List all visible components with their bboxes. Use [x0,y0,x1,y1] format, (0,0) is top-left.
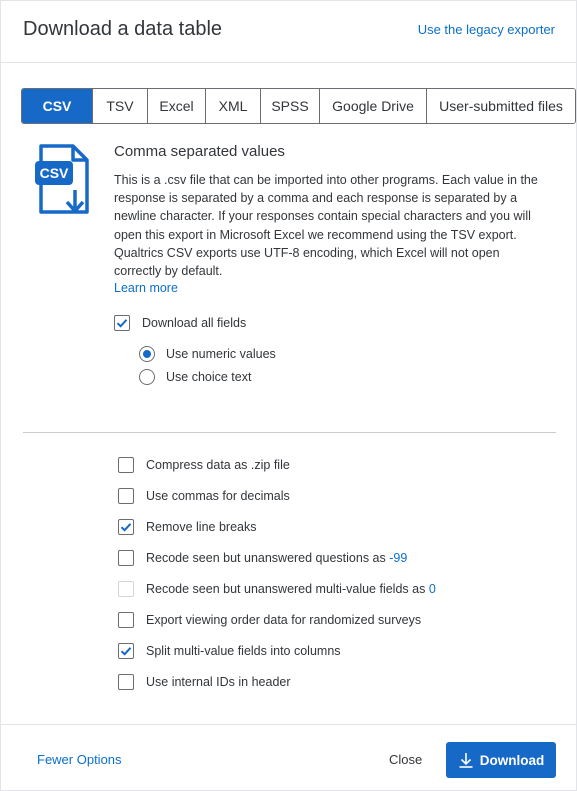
recode-questions-text: Recode seen but unanswered questions as [146,551,390,565]
csv-file-download-icon: CSV [35,144,93,216]
internal-ids-header-label: Use internal IDs in header [146,675,291,689]
tab-google-drive[interactable]: Google Drive [320,89,427,123]
remove-line-breaks-checkbox[interactable] [118,519,134,535]
export-viewing-order-label: Export viewing order data for randomized… [146,613,422,627]
recode-questions-value-link[interactable]: -99 [389,551,407,565]
recode-unanswered-questions-label: Recode seen but unanswered questions as … [146,551,407,565]
recode-multi-value-text: Recode seen but unanswered multi-value f… [146,582,429,596]
use-numeric-values-radio[interactable] [139,346,155,362]
export-viewing-order-checkbox[interactable] [118,612,134,628]
tab-user-submitted-files[interactable]: User-submitted files [427,89,575,123]
format-tabs: CSV TSV Excel XML SPSS Google Drive User… [21,88,576,124]
section-divider [23,432,556,433]
compress-zip-label: Compress data as .zip file [146,458,290,472]
recode-multi-value-label: Recode seen but unanswered multi-value f… [146,582,436,596]
tab-xml[interactable]: XML [206,89,261,123]
commas-for-decimals-checkbox[interactable] [118,488,134,504]
split-multi-value-checkbox[interactable] [118,643,134,659]
format-description: This is a .csv file that can be imported… [114,173,538,279]
dialog-title: Download a data table [23,18,223,40]
use-choice-text-radio[interactable] [139,369,155,385]
checkmark-icon [116,319,128,328]
download-icon [459,753,473,768]
tab-excel[interactable]: Excel [148,89,206,123]
checkmark-icon [120,647,132,656]
split-multi-value-label: Split multi-value fields into columns [146,644,341,658]
download-all-fields-checkbox[interactable] [114,315,130,331]
checkmark-icon [120,523,132,532]
commas-for-decimals-label: Use commas for decimals [146,489,290,503]
internal-ids-header-checkbox[interactable] [118,674,134,690]
download-button-label: Download [479,752,545,768]
svg-text:CSV: CSV [40,165,69,181]
legacy-exporter-link[interactable]: Use the legacy exporter [418,22,555,37]
use-choice-text-label: Use choice text [166,370,252,384]
recode-multi-value-checkbox[interactable] [118,581,134,597]
recode-multi-value-link[interactable]: 0 [429,582,436,596]
download-all-fields-label: Download all fields [142,316,247,330]
download-button[interactable]: Download [446,742,556,778]
footer-divider [1,724,576,725]
remove-line-breaks-label: Remove line breaks [146,520,257,534]
compress-zip-checkbox[interactable] [118,457,134,473]
fewer-options-link[interactable]: Fewer Options [37,752,122,767]
use-numeric-values-label: Use numeric values [166,347,276,361]
close-button[interactable]: Close [389,752,422,767]
tab-tsv[interactable]: TSV [93,89,148,123]
format-title: Comma separated values [114,143,285,160]
recode-unanswered-questions-checkbox[interactable] [118,550,134,566]
tab-spss[interactable]: SPSS [261,89,320,123]
download-dialog: Download a data table Use the legacy exp… [0,0,577,791]
dialog-header: Download a data table Use the legacy exp… [1,1,576,63]
tab-csv[interactable]: CSV [22,89,93,123]
radio-selected-dot [143,350,151,358]
learn-more-link[interactable]: Learn more [114,281,178,295]
